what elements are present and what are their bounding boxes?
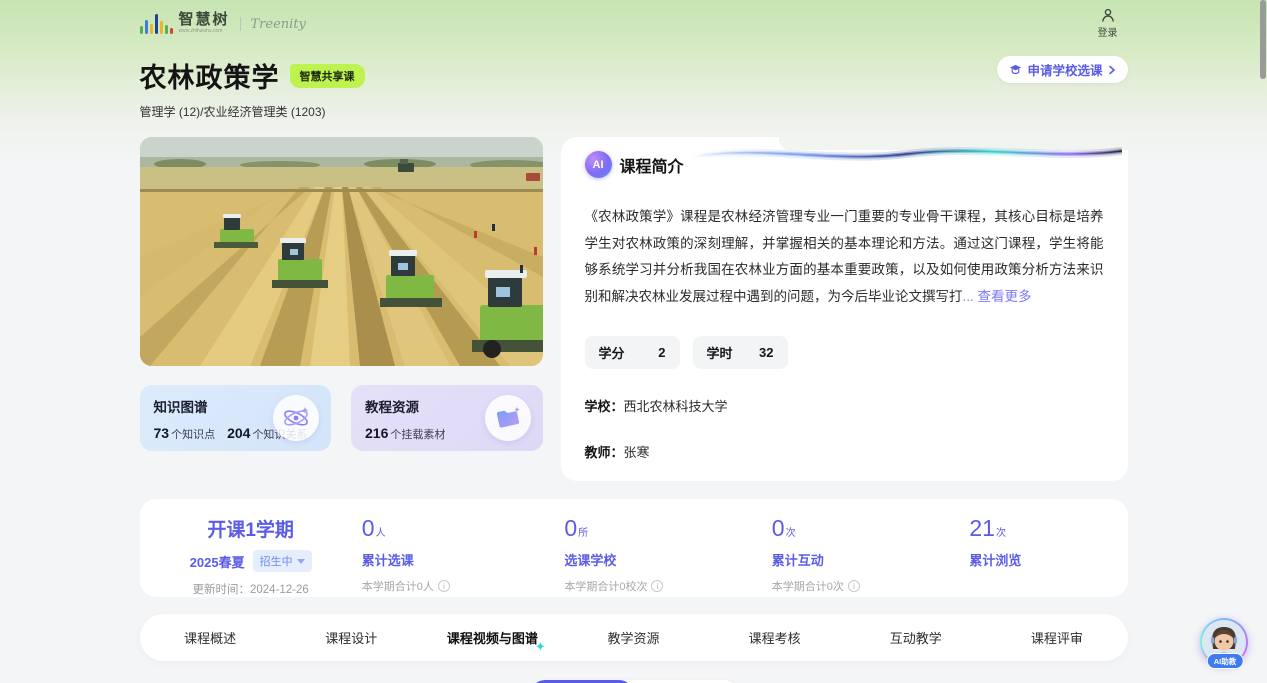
mini-cards-row: 知识图谱 73个知识点 204个知识关系	[140, 385, 543, 451]
tab-course-assessment[interactable]: 课程考核	[704, 628, 845, 647]
chevron-right-icon	[1108, 65, 1116, 75]
apply-school-course-button[interactable]: 申请学校选课	[997, 56, 1127, 83]
breadcrumb: 管理学 (12)/农业经济管理类 (1203)	[140, 103, 1128, 120]
school-row: 学校：西北农林科技大学	[585, 396, 1104, 415]
user-icon	[1101, 8, 1115, 22]
course-intro-card: AI 课程简介 《农林政策学》课程是农林经济管理专业一门重要的专业骨干课程，其核…	[561, 137, 1128, 481]
logo-bars-icon	[140, 12, 173, 34]
course-description: 《农林政策学》课程是农林经济管理专业一门重要的专业骨干课程，其核心目标是培养学生…	[585, 204, 1104, 310]
caret-down-icon	[297, 559, 305, 564]
tab-interactive-teaching[interactable]: 互动教学	[845, 628, 986, 647]
credit-pill: 学分2	[585, 336, 680, 369]
knowledge-graph-card[interactable]: 知识图谱 73个知识点 204个知识关系	[140, 385, 332, 451]
graduation-cap-icon	[1009, 63, 1022, 76]
semester-term: 2025春夏	[190, 552, 245, 571]
course-title: 农林政策学	[140, 56, 280, 95]
stat-semester: 开课1学期 2025春夏 招生中 更新时间：2024-12-26	[140, 515, 362, 597]
recruiting-badge[interactable]: 招生中	[253, 550, 312, 572]
stat-enrolled: 0人 累计选课 本学期合计0人	[362, 515, 565, 597]
ai-assistant-label: AI助教	[1207, 653, 1244, 669]
info-icon[interactable]	[438, 580, 450, 592]
zhihuishu-logo[interactable]: 智慧树 www.zhihuishu.com Treenity	[140, 12, 306, 34]
stat-views: 21次 累计浏览	[969, 515, 1127, 597]
see-more-link[interactable]: ... 查看更多	[963, 289, 1032, 304]
page-container: 智慧树 www.zhihuishu.com Treenity 登录 农林政策学 …	[140, 0, 1128, 683]
title-row: 农林政策学 智慧共享课 申请学校选课	[140, 56, 1128, 95]
hours-pill: 学时32	[693, 336, 788, 369]
login-button[interactable]: 登录	[1098, 8, 1118, 39]
ai-assistant-button[interactable]: AI助教	[1200, 618, 1250, 668]
main-content: 知识图谱 73个知识点 204个知识关系	[140, 137, 1128, 481]
top-bar: 智慧树 www.zhihuishu.com Treenity 登录	[140, 0, 1128, 42]
tab-course-review[interactable]: 课程评审	[986, 628, 1127, 647]
folder-icon	[485, 395, 531, 441]
scrollbar[interactable]	[1259, 0, 1267, 683]
semester-title: 开课1学期	[140, 515, 362, 542]
updated-time: 更新时间：2024-12-26	[140, 581, 362, 597]
stats-card: 开课1学期 2025春夏 招生中 更新时间：2024-12-26 0人 累计选课…	[140, 499, 1128, 597]
resource-card[interactable]: 教程资源 216个挂载素材	[351, 385, 543, 451]
share-course-badge: 智慧共享课	[290, 64, 365, 88]
left-column: 知识图谱 73个知识点 204个知识关系	[140, 137, 543, 481]
tab-course-design[interactable]: 课程设计	[281, 628, 422, 647]
spark-icon: ✦	[535, 639, 546, 655]
tab-course-overview[interactable]: 课程概述	[140, 628, 281, 647]
scrollbar-thumb[interactable]	[1260, 0, 1266, 79]
info-icon[interactable]	[848, 580, 860, 592]
tab-course-video-graph[interactable]: 课程视频与图谱✦	[422, 628, 563, 647]
tab-teaching-resources[interactable]: 教学资源	[563, 628, 704, 647]
course-cover-image	[140, 137, 543, 366]
teacher-row: 教师：张寒	[585, 442, 1104, 461]
course-tab-bar: 课程概述 课程设计 课程视频与图谱✦ 教学资源 课程考核 互动教学 课程评审	[140, 614, 1128, 661]
logo-divider	[240, 17, 241, 31]
ai-badge-icon: AI	[585, 151, 612, 178]
stat-interactions: 0次 累计互动 本学期合计0次	[772, 515, 970, 597]
apply-button-label: 申请学校选课	[1027, 60, 1102, 79]
logo-name: 智慧树	[179, 12, 230, 27]
login-label: 登录	[1098, 24, 1118, 39]
info-icon[interactable]	[651, 580, 663, 592]
intro-section-title: 课程简介	[620, 153, 684, 177]
credit-hours-row: 学分2 学时32	[585, 336, 1104, 369]
logo-url: www.zhihuishu.com	[179, 29, 230, 34]
logo-brand: Treenity	[251, 17, 306, 34]
intro-header: AI 课程简介	[585, 151, 1104, 178]
stat-schools: 0所 选课学校 本学期合计0校次	[564, 515, 771, 597]
atom-icon	[273, 395, 319, 441]
